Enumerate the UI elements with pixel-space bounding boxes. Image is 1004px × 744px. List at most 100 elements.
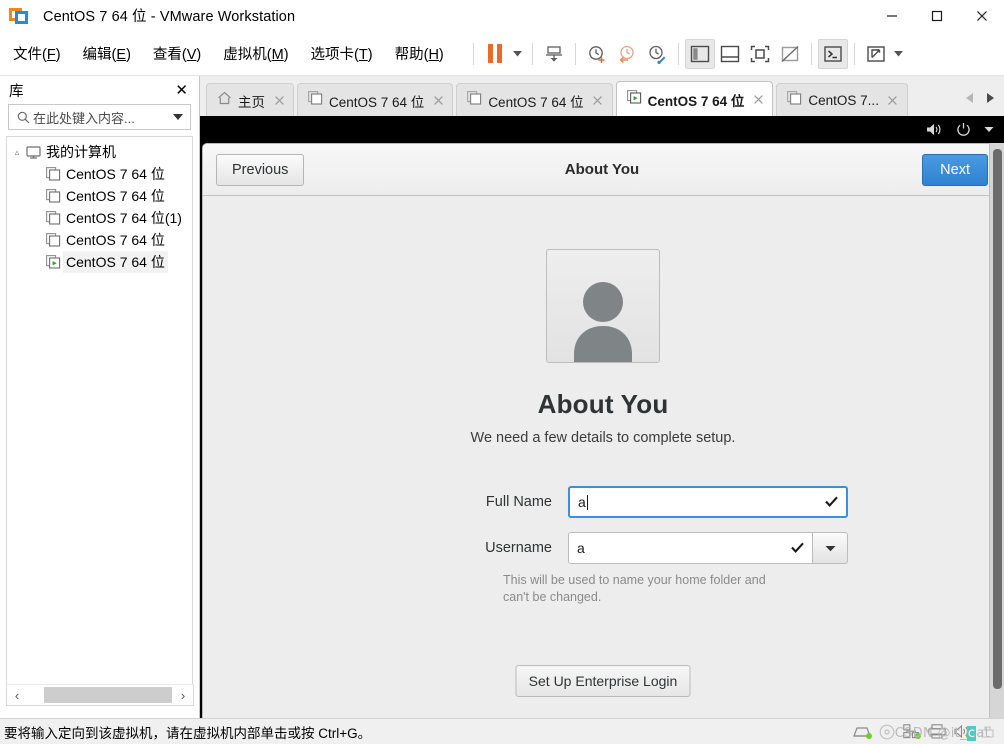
csdn-watermark: CSDN @it_cat [894, 725, 990, 741]
toolbar-separator [853, 42, 855, 65]
page-subtitle: We need a few details to complete setup. [470, 430, 736, 446]
chevron-down-icon[interactable] [510, 39, 526, 69]
menu-vm[interactable]: 虚拟机(M) [214, 39, 297, 68]
window-title: CentOS 7 64 位 - VMware Workstation [43, 9, 296, 25]
triangle-left-icon[interactable] [964, 92, 975, 107]
menu-file[interactable]: 文件(F) [4, 39, 70, 68]
scroll-thumb[interactable] [993, 149, 1002, 689]
thumbnail-bar-icon[interactable] [715, 39, 745, 69]
power-on-icon[interactable] [539, 39, 569, 69]
minimize-icon[interactable] [869, 0, 914, 32]
snapshot-icon[interactable] [582, 39, 612, 69]
manage-snapshots-icon[interactable] [642, 39, 672, 69]
revert-snapshot-icon[interactable] [612, 39, 642, 69]
close-icon[interactable] [750, 92, 766, 108]
library-horizontal-scrollbar[interactable]: ‹ › [6, 684, 194, 706]
enterprise-login-button[interactable]: Set Up Enterprise Login [515, 665, 691, 697]
chevron-down-icon[interactable] [170, 114, 186, 120]
toolbar-separator [677, 42, 679, 65]
unity-mode-icon[interactable] [775, 39, 805, 69]
library-panel-icon[interactable] [684, 38, 715, 69]
close-icon[interactable] [430, 93, 446, 109]
status-message: 要将输入定向到该虚拟机，请在虚拟机内部单击或按 Ctrl+G。 [4, 725, 372, 741]
maximize-icon[interactable] [914, 0, 959, 32]
library-search-box[interactable]: 在此处键入内容... [8, 104, 191, 130]
vm-powered-off-icon [308, 91, 323, 110]
device-connected-indicator [866, 732, 872, 739]
tab-centos-3-active[interactable]: CentOS 7 64 位 [615, 81, 774, 117]
tab-label: CentOS 7 64 位 [488, 94, 584, 110]
speaker-icon[interactable] [926, 122, 943, 137]
full-name-value: a [578, 494, 586, 510]
scroll-left-icon[interactable]: ‹ [7, 685, 27, 705]
user-avatar-icon[interactable] [546, 249, 660, 363]
tree-item-vm-5-running[interactable]: CentOS 7 64 位 [7, 251, 192, 273]
scroll-right-icon[interactable]: › [173, 685, 193, 705]
console-icon[interactable] [817, 38, 848, 69]
full-name-row: Full Name a [203, 486, 1001, 518]
library-header: 库 ✕ [0, 76, 199, 104]
tree-item-vm-2[interactable]: CentOS 7 64 位 [7, 185, 192, 207]
menu-help[interactable]: 帮助(H) [386, 39, 453, 68]
tab-bar: 主页 CentOS 7 64 位 CentOS 7 64 位 CentOS 7 … [200, 76, 1004, 117]
triangle-right-icon[interactable] [985, 92, 996, 107]
chevron-down-icon[interactable] [984, 126, 994, 133]
fullscreen-icon[interactable] [745, 39, 775, 69]
tree-item-label: CentOS 7 64 位 [63, 251, 168, 273]
username-input[interactable]: a [568, 532, 812, 564]
tree-item-vm-1[interactable]: CentOS 7 64 位 [7, 163, 192, 185]
tab-home[interactable]: 主页 [206, 83, 294, 117]
text-cursor [586, 494, 588, 510]
vmware-workstation-window: CentOS 7 64 位 - VMware Workstation 文件(F)… [0, 0, 1004, 744]
toolbar-separator [810, 42, 812, 65]
device-status-icons: CSDN @it_cat [853, 724, 1004, 741]
previous-button[interactable]: Previous [216, 153, 305, 186]
setup-body: About You We need a few details to compl… [203, 197, 1001, 718]
tree-item-vm-3[interactable]: CentOS 7 64 位(1) [7, 207, 192, 229]
vertical-scrollbar[interactable] [989, 143, 1004, 718]
my-computer-icon [23, 145, 43, 159]
vm-powered-off-icon [43, 211, 63, 225]
home-icon [217, 91, 232, 110]
tree-item-my-computer[interactable]: ▵ 我的计算机 [7, 141, 192, 163]
setup-header-bar: Previous About You Next [203, 144, 1001, 196]
close-icon[interactable] [959, 0, 1004, 32]
cd-dvd-icon[interactable] [879, 724, 895, 740]
tree-item-label: CentOS 7 64 位(1) [66, 210, 182, 226]
close-icon[interactable] [271, 93, 287, 109]
next-button[interactable]: Next [922, 153, 988, 186]
status-bar: 要将输入定向到该虚拟机，请在虚拟机内部单击或按 Ctrl+G。 CSDN @it… [0, 718, 1004, 744]
tab-label: 主页 [238, 94, 265, 110]
close-icon[interactable]: ✕ [172, 81, 191, 99]
tree-item-label: CentOS 7 64 位 [66, 166, 165, 182]
chevron-down-icon[interactable] [891, 39, 907, 69]
search-icon [13, 111, 33, 124]
toolbar-separator [472, 42, 474, 65]
menu-edit[interactable]: 编辑(E) [74, 39, 140, 68]
tree-item-label: 我的计算机 [46, 144, 116, 160]
close-icon[interactable] [885, 93, 901, 109]
menu-tabs[interactable]: 选项卡(T) [302, 39, 382, 68]
stretch-icon[interactable] [861, 39, 891, 69]
library-title: 库 [9, 83, 24, 100]
tab-centos-1[interactable]: CentOS 7 64 位 [297, 83, 454, 117]
toolbar [467, 32, 907, 76]
close-icon[interactable] [590, 93, 606, 109]
tree-expander-icon[interactable]: ▵ [11, 147, 23, 158]
scroll-thumb[interactable] [44, 687, 172, 703]
gnome-top-bar [200, 116, 1004, 143]
chevron-down-icon[interactable] [812, 532, 848, 564]
hard-disk-icon[interactable] [853, 725, 872, 739]
tree-item-vm-4[interactable]: CentOS 7 64 位 [7, 229, 192, 251]
username-combo[interactable]: a [568, 532, 848, 564]
power-icon[interactable] [956, 122, 971, 137]
pause-icon[interactable] [480, 39, 510, 69]
tab-centos-4[interactable]: CentOS 7... [776, 83, 908, 117]
tab-centos-2[interactable]: CentOS 7 64 位 [456, 83, 613, 117]
username-hint: This will be used to name your home fold… [503, 573, 766, 604]
vm-console[interactable]: Previous About You Next About You We nee… [200, 116, 1004, 718]
tab-navigation [964, 82, 1004, 116]
full-name-input[interactable]: a [568, 486, 848, 518]
search-input[interactable]: 在此处键入内容... [33, 108, 170, 127]
menu-view[interactable]: 查看(V) [144, 39, 210, 68]
